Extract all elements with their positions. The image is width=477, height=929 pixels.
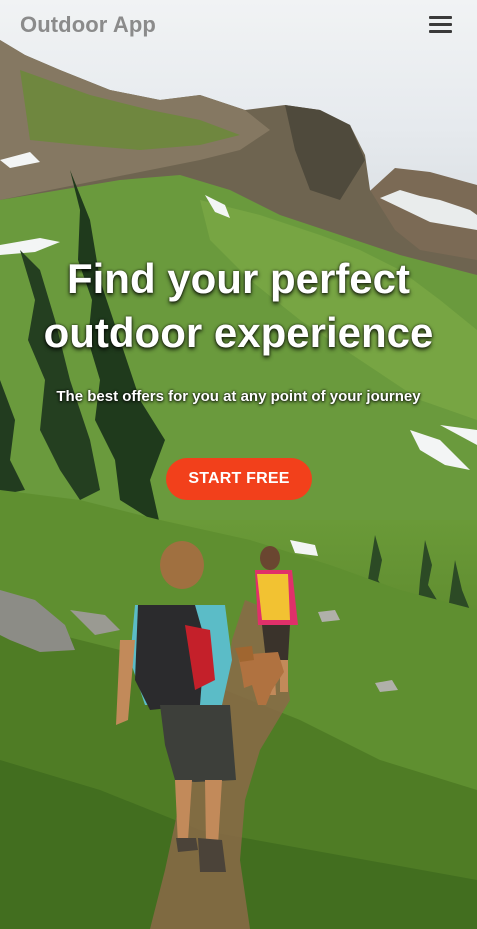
hero-title-line-2: outdoor experience bbox=[43, 309, 434, 356]
app-title[interactable]: Outdoor App bbox=[20, 12, 156, 38]
hero-subtitle: The best offers for you at any point of … bbox=[56, 388, 421, 405]
menu-bar-middle bbox=[429, 23, 452, 26]
menu-bar-bottom bbox=[429, 30, 452, 33]
hero-title: Find your perfect outdoor experience bbox=[0, 252, 477, 360]
app-header: Outdoor App bbox=[0, 0, 477, 52]
hamburger-menu-icon[interactable] bbox=[427, 14, 454, 36]
menu-bar-top bbox=[429, 16, 452, 19]
start-free-button[interactable]: START FREE bbox=[166, 458, 312, 500]
hero-title-line-1: Find your perfect bbox=[66, 255, 411, 302]
hero-background-photo: Outdoor App Find your perfect outdoor ex… bbox=[0, 0, 477, 929]
